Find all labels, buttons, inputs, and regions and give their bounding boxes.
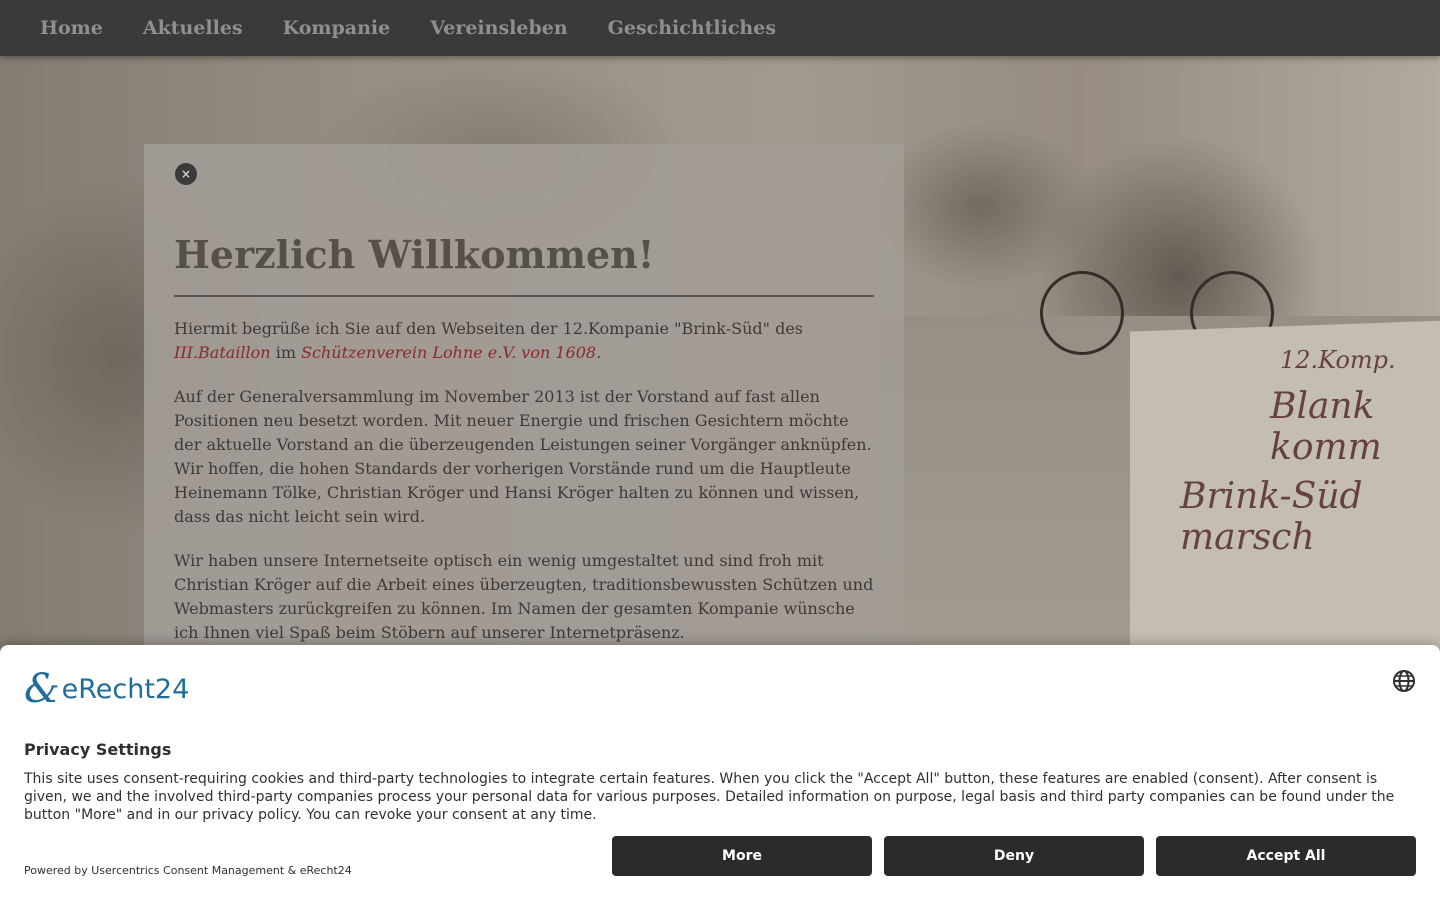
logo-mark: & [24, 666, 60, 712]
main-nav: Home Aktuelles Kompanie Vereinsleben Ges… [0, 0, 1440, 56]
privacy-consent-banner: & eRecht24 Privacy Settings This site us… [0, 645, 1440, 900]
welcome-paragraph-1: Hiermit begrüße ich Sie auf den Webseite… [174, 319, 803, 362]
link-bataillon[interactable]: III.Bataillon [174, 343, 271, 362]
powered-by-text: Powered by Usercentrics Consent Manageme… [24, 864, 352, 877]
nav-item-geschichtliches[interactable]: Geschichtliches [588, 0, 796, 56]
link-schuetzenverein[interactable]: Schützenverein Lohne e.V. von 1608 [301, 343, 596, 362]
deny-button[interactable]: Deny [884, 836, 1144, 876]
welcome-card: × Herzlich Willkommen! Hiermit begrüße i… [144, 144, 904, 704]
globe-icon[interactable] [1392, 669, 1416, 693]
erecht24-logo: & eRecht24 [24, 669, 189, 709]
nav-item-aktuelles[interactable]: Aktuelles [123, 0, 263, 56]
close-icon[interactable]: × [175, 163, 197, 185]
privacy-settings-title: Privacy Settings [24, 740, 172, 759]
privacy-description: This site uses consent-requiring cookies… [24, 771, 1395, 823]
more-button[interactable]: More [612, 836, 872, 876]
welcome-paragraph-3: Wir haben unsere Internetseite optisch e… [174, 551, 874, 642]
logo-name: eRecht24 [61, 673, 190, 705]
nav-item-home[interactable]: Home [20, 0, 123, 56]
welcome-title: Herzlich Willkommen! [174, 232, 874, 297]
nav-item-kompanie[interactable]: Kompanie [263, 0, 411, 56]
welcome-paragraph-2: Auf der Generalversammlung im November 2… [174, 387, 872, 526]
accept-all-button[interactable]: Accept All [1156, 836, 1416, 876]
nav-item-vereinsleben[interactable]: Vereinsleben [410, 0, 587, 56]
